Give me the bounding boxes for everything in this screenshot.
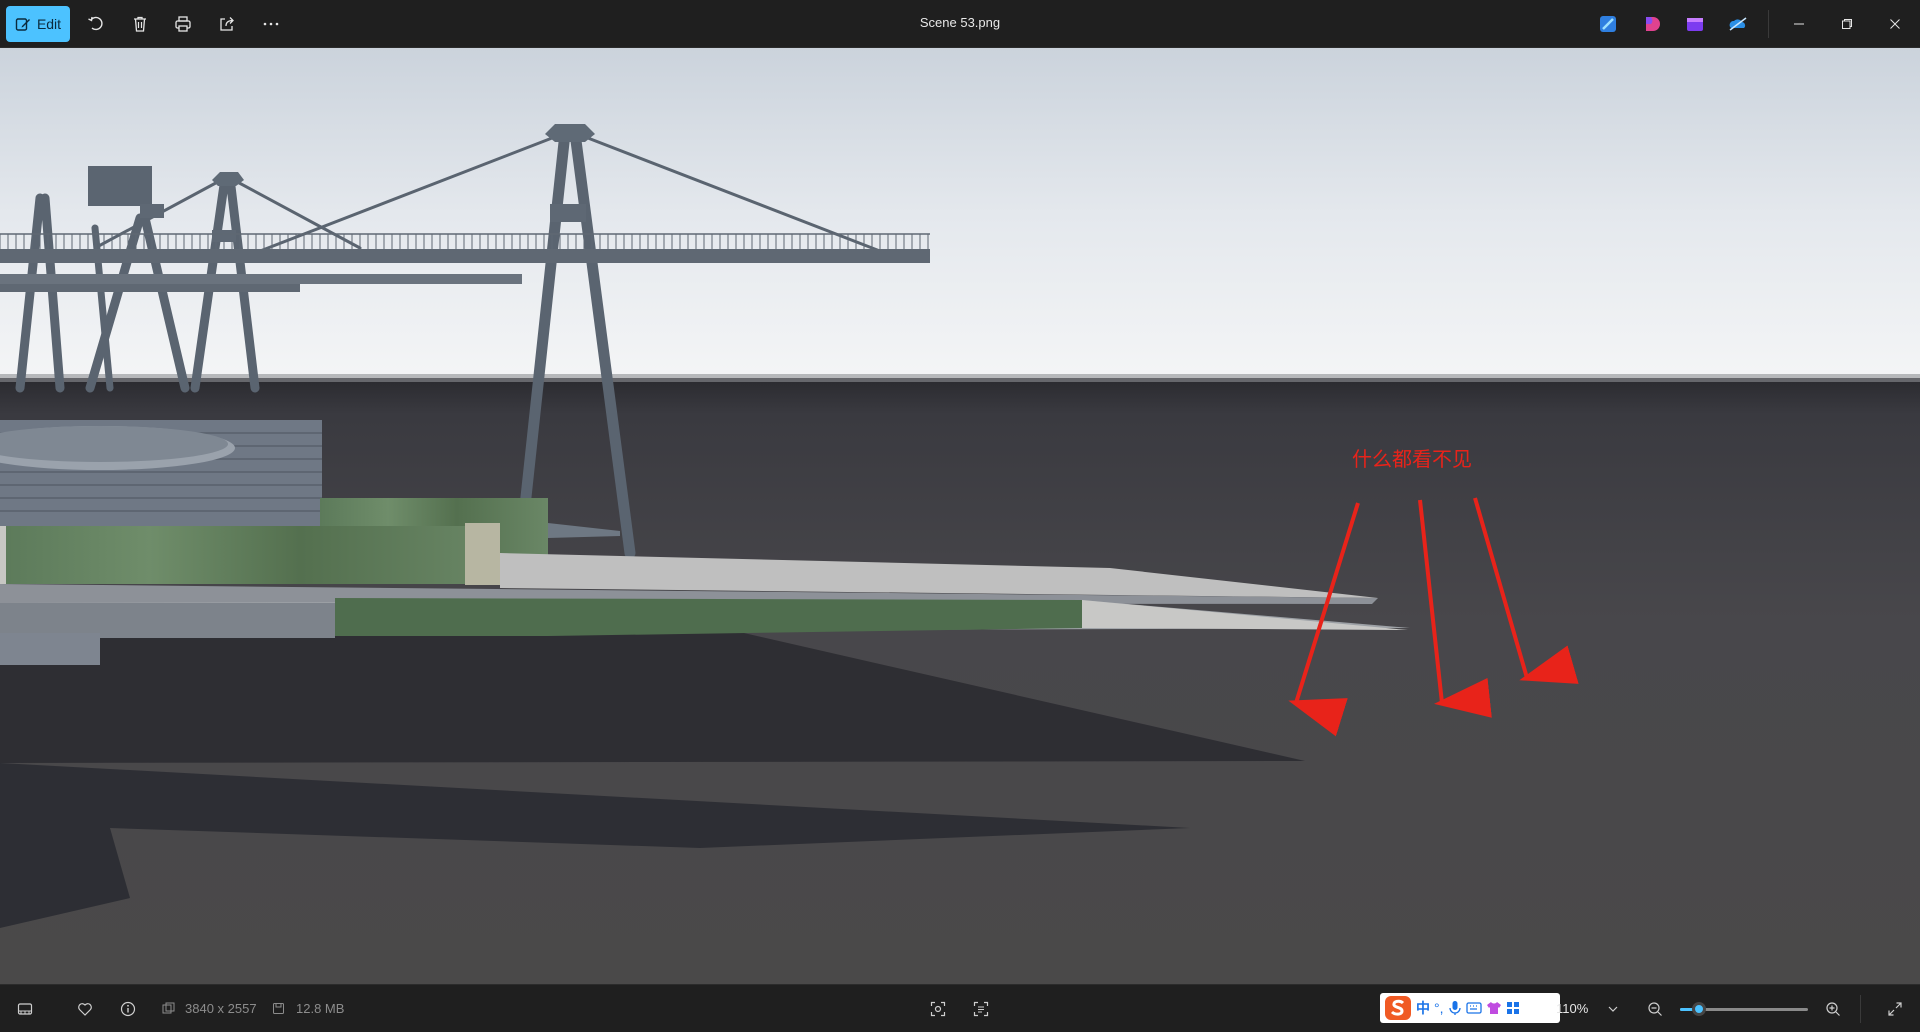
onedrive-button[interactable]: [1727, 13, 1749, 35]
zoom-dropdown-button[interactable]: [1598, 994, 1628, 1024]
zoom-slider[interactable]: [1680, 1002, 1808, 1016]
rendered-scene-image: 什么都看不见: [0, 48, 1920, 984]
zoom-slider-thumb[interactable]: [1692, 1002, 1707, 1016]
info-icon: [120, 1001, 136, 1017]
ime-menu-grid-icon[interactable]: [1506, 1001, 1520, 1015]
edit-button-label: Edit: [36, 16, 62, 32]
expand-icon: [1888, 1002, 1902, 1016]
share-icon: [220, 17, 234, 31]
rotate-button[interactable]: [80, 8, 112, 40]
visual-search-button[interactable]: [923, 994, 953, 1024]
visual-search-icon: [930, 1001, 946, 1017]
favorite-button[interactable]: [70, 994, 100, 1024]
video-app-button[interactable]: [1684, 13, 1706, 35]
zoom-out-icon: [1648, 1002, 1662, 1016]
more-options-button[interactable]: [255, 8, 287, 40]
resolution-icon: [162, 1002, 175, 1014]
skin-shirt-icon[interactable]: [1486, 1001, 1502, 1015]
ime-punctuation[interactable]: °,: [1434, 1000, 1444, 1016]
ime-toolbar[interactable]: 中 °,: [1380, 993, 1560, 1023]
zoom-in-button[interactable]: [1818, 994, 1848, 1024]
window-title: Scene 53.png: [919, 15, 1001, 30]
close-button[interactable]: [1872, 0, 1918, 48]
photos-video-icon: [1687, 18, 1703, 31]
ime-chinese-mode[interactable]: 中: [1416, 998, 1430, 1018]
zoom-in-icon: [1826, 1002, 1840, 1016]
keyboard-icon[interactable]: [1465, 1001, 1482, 1015]
bottombar-separator: [1860, 995, 1861, 1023]
file-size: 12.8 MB: [296, 1001, 345, 1016]
print-button[interactable]: [167, 8, 199, 40]
text-scan-button[interactable]: [966, 994, 996, 1024]
top-toolbar: Edit Scene 53.png: [0, 0, 1920, 48]
clipchamp-app-button[interactable]: [1641, 13, 1663, 35]
microphone-icon[interactable]: [1448, 1000, 1462, 1016]
rotate-icon: [88, 16, 103, 31]
designer-app-button[interactable]: [1597, 13, 1619, 35]
heart-icon: [78, 1003, 92, 1016]
image-dimensions: 3840 x 2557: [185, 1001, 257, 1016]
minimize-icon: [1794, 23, 1804, 25]
filmstrip-icon: [17, 1003, 33, 1015]
edit-button[interactable]: Edit: [6, 6, 70, 42]
file-size-icon: [273, 1003, 284, 1014]
filmstrip-toggle-button[interactable]: [10, 994, 40, 1024]
edit-icon: [15, 18, 30, 31]
designer-icon: [1600, 16, 1616, 32]
share-button[interactable]: [211, 8, 243, 40]
bottom-status-bar: 3840 x 2557 12.8 MB 中 °, 110%: [0, 984, 1920, 1032]
delete-icon: [134, 16, 146, 32]
fullscreen-button[interactable]: [1880, 994, 1910, 1024]
delete-button[interactable]: [124, 8, 156, 40]
scan-text-icon: [973, 1001, 989, 1017]
print-icon: [175, 16, 191, 32]
toolbar-separator: [1768, 10, 1769, 38]
clipchamp-icon: [1646, 17, 1660, 31]
restore-icon: [1842, 19, 1852, 29]
more-icon: [263, 22, 279, 26]
annotation-text: 什么都看不见: [1352, 447, 1472, 471]
chevron-down-icon: [1608, 1006, 1618, 1012]
file-info-button[interactable]: [113, 994, 143, 1024]
onedrive-icon: [1729, 17, 1747, 31]
zoom-percentage[interactable]: 110%: [1556, 1001, 1588, 1016]
restore-button[interactable]: [1824, 0, 1870, 48]
close-icon: [1890, 19, 1900, 29]
minimize-button[interactable]: [1776, 0, 1822, 48]
sogou-logo-icon: [1385, 996, 1411, 1020]
zoom-out-button[interactable]: [1640, 994, 1670, 1024]
image-canvas[interactable]: 什么都看不见: [0, 48, 1920, 984]
